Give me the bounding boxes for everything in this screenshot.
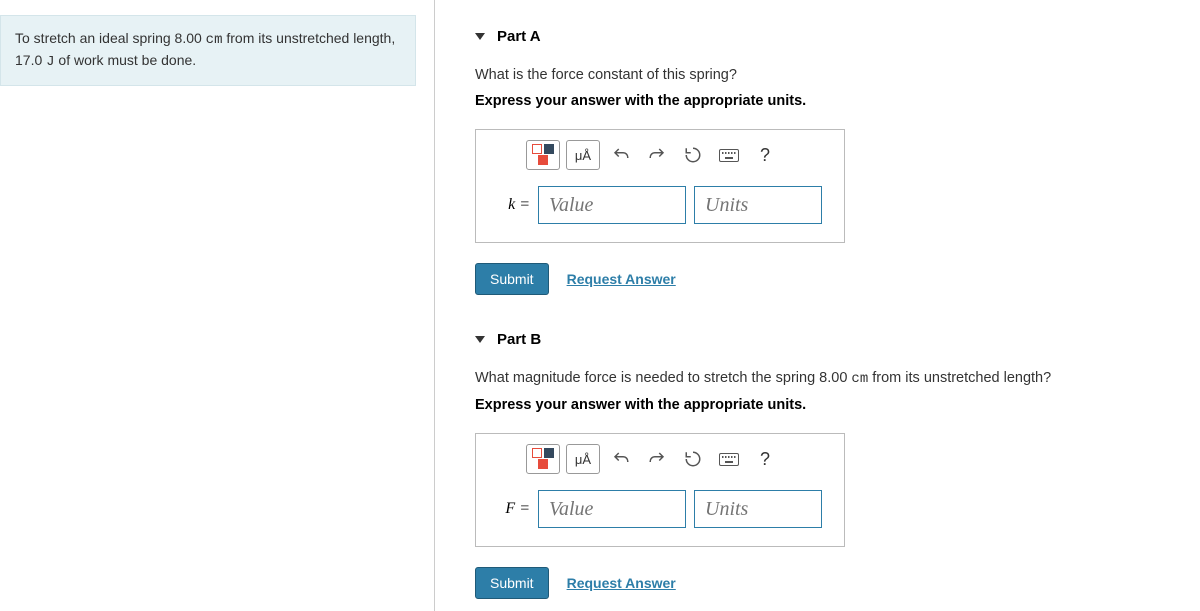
part-a-submit-button[interactable]: Submit (475, 263, 549, 295)
keyboard-icon (719, 149, 739, 162)
help-button[interactable]: ? (750, 142, 780, 168)
part-b-question: What magnitude force is needed to stretc… (475, 370, 1190, 387)
part-a-section: Part A What is the force constant of thi… (475, 28, 1190, 295)
problem-work-unit: J (46, 54, 54, 70)
problem-text: of work must be done. (55, 52, 197, 68)
part-b-submit-row: Submit Request Answer (475, 567, 1190, 599)
units-button[interactable]: μÅ (566, 140, 600, 170)
redo-button[interactable] (642, 446, 672, 472)
part-b-header[interactable]: Part B (475, 331, 1190, 348)
templates-button[interactable] (526, 140, 560, 170)
part-a-instruction: Express your answer with the appropriate… (475, 93, 1190, 109)
problem-work: 17.0 (15, 52, 46, 68)
part-b-toolbar: μÅ ? (476, 444, 844, 484)
template-icon (530, 144, 556, 166)
undo-icon (612, 146, 630, 164)
chevron-down-icon (475, 33, 485, 40)
part-a-submit-row: Submit Request Answer (475, 263, 1190, 295)
part-b-request-answer-link[interactable]: Request Answer (567, 575, 676, 591)
part-b-question-dist: 8.00 (819, 370, 851, 386)
part-b-question-text: What magnitude force is needed to stretc… (475, 370, 819, 386)
template-icon (530, 448, 556, 470)
problem-panel: To stretch an ideal spring 8.00 cm from … (0, 0, 435, 611)
part-a-answer-box: μÅ ? k = (475, 129, 845, 243)
part-b-value-input[interactable] (538, 490, 686, 528)
part-a-units-input[interactable] (694, 186, 822, 224)
part-a-question: What is the force constant of this sprin… (475, 67, 1190, 83)
part-b-units-input[interactable] (694, 490, 822, 528)
problem-text: To stretch an ideal spring (15, 30, 175, 46)
part-b-label: Part B (497, 331, 541, 348)
units-button[interactable]: μÅ (566, 444, 600, 474)
keyboard-icon (719, 453, 739, 466)
chevron-down-icon (475, 336, 485, 343)
redo-button[interactable] (642, 142, 672, 168)
part-b-submit-button[interactable]: Submit (475, 567, 549, 599)
help-button[interactable]: ? (750, 446, 780, 472)
part-b-question-unit: cm (851, 371, 868, 387)
part-a-header[interactable]: Part A (475, 28, 1190, 45)
problem-distance: 8.00 (175, 30, 206, 46)
problem-distance-unit: cm (206, 32, 223, 48)
part-b-instruction: Express your answer with the appropriate… (475, 397, 1190, 413)
part-b-input-row: F = (476, 484, 844, 528)
part-b-answer-box: μÅ ? F = (475, 433, 845, 547)
problem-text: from its unstretched length, (222, 30, 395, 46)
part-b-question-text: from its unstretched length? (868, 370, 1051, 386)
problem-statement: To stretch an ideal spring 8.00 cm from … (0, 15, 416, 86)
redo-icon (648, 450, 666, 468)
part-a-value-input[interactable] (538, 186, 686, 224)
undo-button[interactable] (606, 446, 636, 472)
part-a-variable: k = (498, 196, 530, 214)
keyboard-button[interactable] (714, 142, 744, 168)
answer-panel: Part A What is the force constant of thi… (435, 0, 1200, 611)
part-a-input-row: k = (476, 180, 844, 224)
part-b-variable: F = (498, 500, 530, 518)
reset-button[interactable] (678, 142, 708, 168)
part-a-toolbar: μÅ ? (476, 140, 844, 180)
undo-icon (612, 450, 630, 468)
reset-icon (684, 146, 702, 164)
part-a-label: Part A (497, 28, 541, 45)
templates-button[interactable] (526, 444, 560, 474)
keyboard-button[interactable] (714, 446, 744, 472)
part-b-section: Part B What magnitude force is needed to… (475, 331, 1190, 599)
undo-button[interactable] (606, 142, 636, 168)
reset-icon (684, 450, 702, 468)
redo-icon (648, 146, 666, 164)
reset-button[interactable] (678, 446, 708, 472)
part-a-request-answer-link[interactable]: Request Answer (567, 271, 676, 287)
